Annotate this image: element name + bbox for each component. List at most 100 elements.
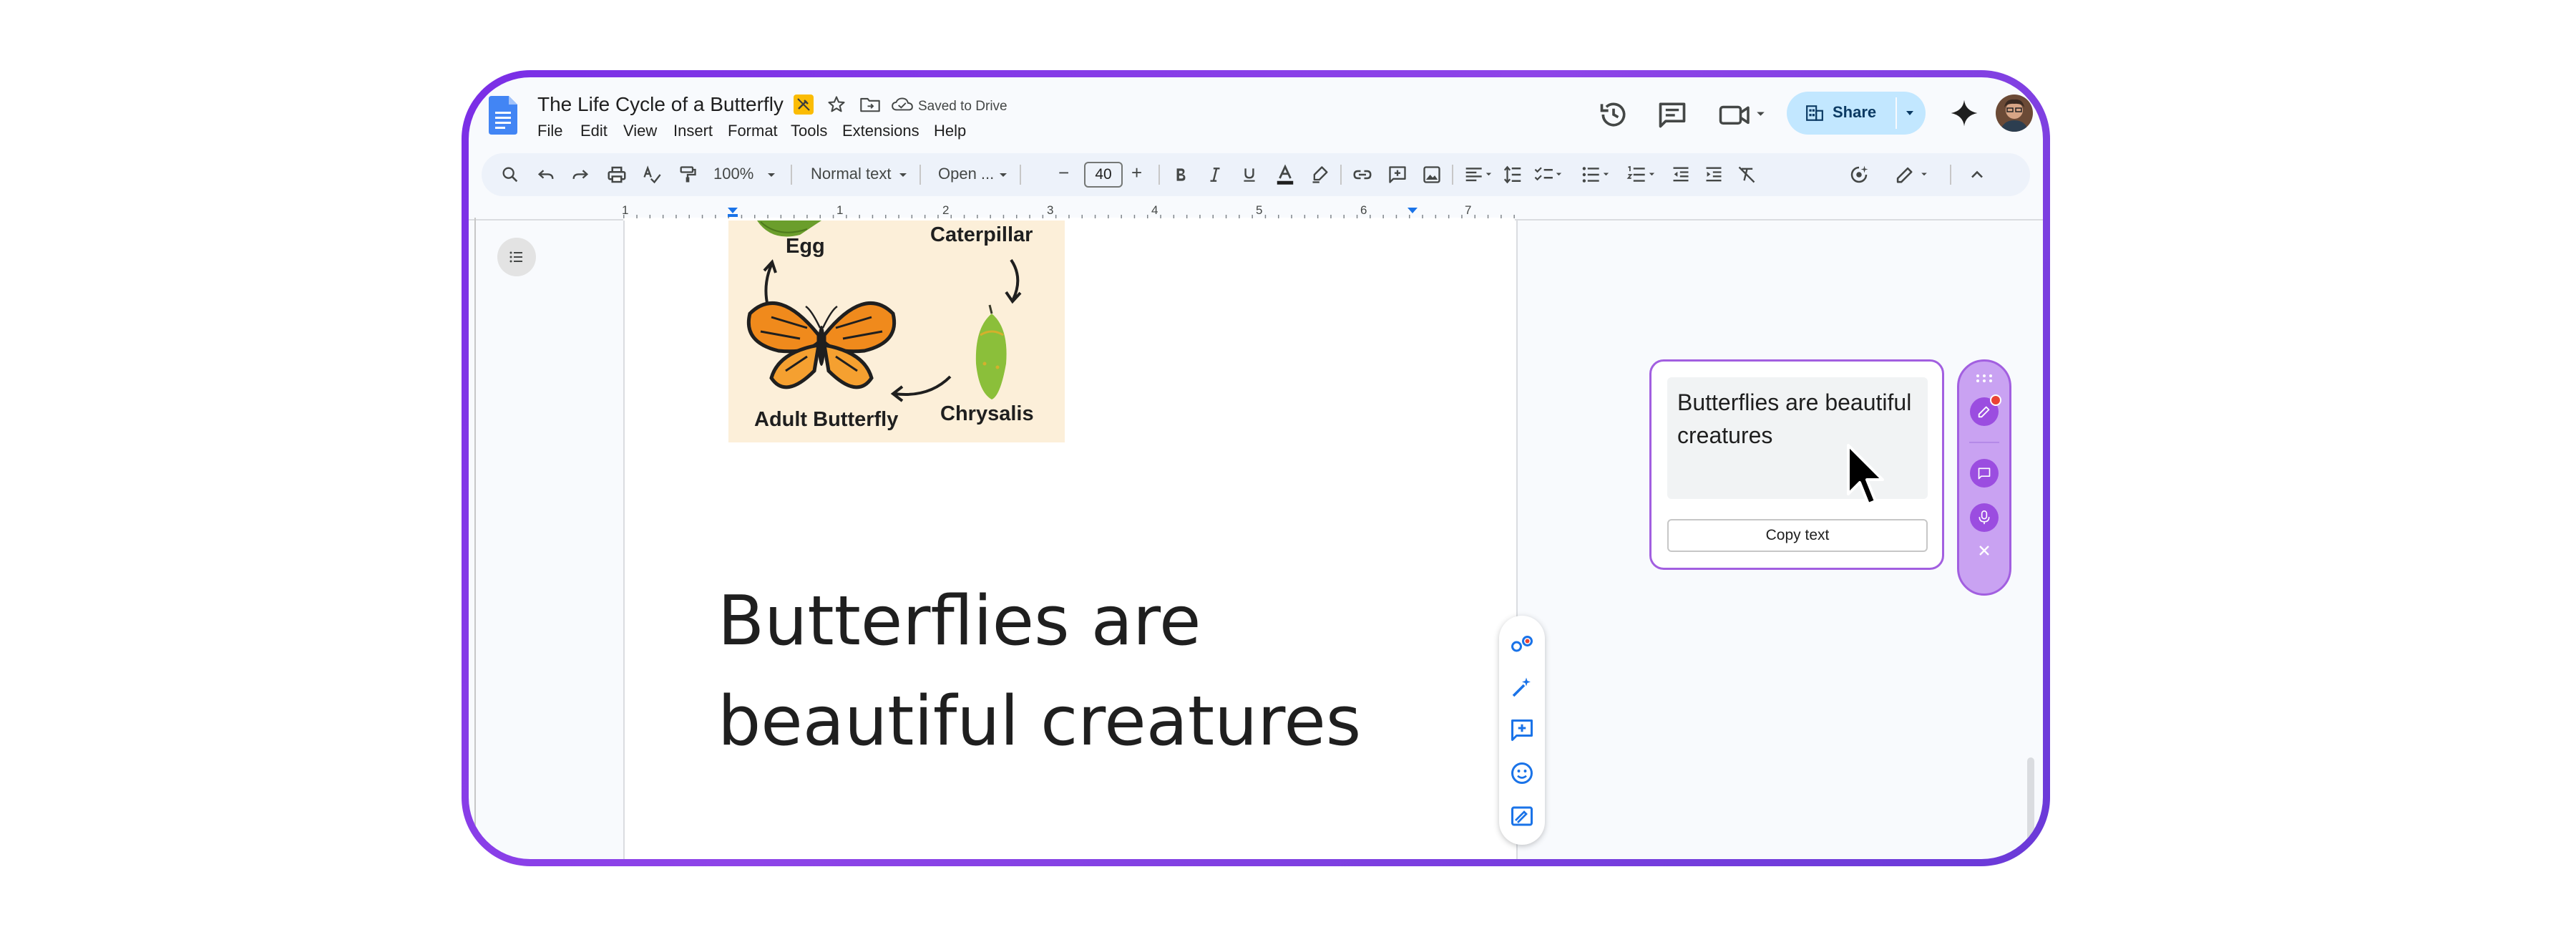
text-color-icon[interactable] bbox=[1274, 163, 1296, 186]
ruler-tick bbox=[1002, 215, 1005, 218]
cloud-saved-icon[interactable] bbox=[891, 94, 914, 115]
increase-indent-icon[interactable] bbox=[1704, 163, 1724, 186]
microphone-button[interactable] bbox=[1970, 503, 1999, 532]
toolbar-divider bbox=[791, 165, 792, 185]
menu-format[interactable]: Format bbox=[728, 122, 778, 140]
font-select[interactable]: Open ... bbox=[938, 165, 994, 183]
gemini-icon[interactable] bbox=[1950, 99, 1979, 127]
add-comment-icon[interactable] bbox=[1509, 717, 1535, 743]
ruler-tick bbox=[688, 215, 690, 218]
collapse-icon[interactable] bbox=[1967, 163, 1987, 186]
life-cycle-illustration[interactable]: Egg Caterpillar Adult Butterfly Chrysali… bbox=[728, 220, 1065, 442]
menu-edit[interactable]: Edit bbox=[580, 122, 608, 140]
label-egg: Egg bbox=[786, 235, 825, 258]
menu-view[interactable]: View bbox=[623, 122, 657, 140]
extension-badge-icon[interactable] bbox=[794, 94, 814, 115]
editing-mode-icon[interactable] bbox=[1894, 163, 1934, 186]
increase-font-size-button[interactable]: + bbox=[1131, 162, 1142, 184]
align-icon[interactable] bbox=[1463, 163, 1495, 186]
checklist-icon[interactable] bbox=[1533, 163, 1565, 186]
undo-icon[interactable] bbox=[536, 163, 556, 186]
ruler-tick bbox=[1094, 215, 1096, 218]
pen-tool-button[interactable] bbox=[1970, 394, 2001, 426]
ruler-tick bbox=[1474, 215, 1475, 218]
vertical-scrollbar[interactable] bbox=[2027, 757, 2034, 850]
ruler-tick bbox=[1382, 215, 1384, 218]
save-status[interactable]: Saved to Drive bbox=[918, 99, 1008, 115]
link-icon[interactable] bbox=[1352, 163, 1373, 186]
close-icon[interactable] bbox=[1977, 543, 1991, 558]
menu-extensions[interactable]: Extensions bbox=[842, 122, 919, 140]
comments-icon[interactable] bbox=[1657, 99, 1688, 130]
ruler-tick bbox=[1409, 215, 1410, 218]
redo-icon[interactable] bbox=[570, 163, 590, 186]
label-caterpillar: Caterpillar bbox=[930, 223, 1033, 246]
ruler-tick bbox=[793, 215, 795, 218]
copy-text-button[interactable]: Copy text bbox=[1667, 519, 1928, 552]
clear-formatting-icon[interactable] bbox=[1737, 163, 1757, 186]
move-folder-icon[interactable] bbox=[859, 94, 881, 115]
numbered-list-icon[interactable] bbox=[1626, 163, 1658, 186]
menu-help[interactable]: Help bbox=[934, 122, 966, 140]
ruler-tick bbox=[1317, 215, 1319, 218]
insert-image-icon[interactable] bbox=[1422, 163, 1442, 186]
emoji-icon[interactable] bbox=[1509, 760, 1535, 786]
document-outline-button[interactable] bbox=[497, 238, 536, 276]
ruler-tick bbox=[1370, 215, 1371, 218]
bold-icon[interactable] bbox=[1171, 163, 1190, 186]
mouse-cursor-icon bbox=[1847, 444, 1884, 505]
zoom-select[interactable]: 100% bbox=[713, 165, 753, 183]
ruler-tick bbox=[1068, 215, 1070, 218]
ruler-tick bbox=[715, 215, 716, 218]
ruler-tick bbox=[977, 215, 978, 218]
ruler-tick bbox=[1435, 215, 1437, 218]
menu-file[interactable]: File bbox=[537, 122, 562, 140]
share-button[interactable]: Share bbox=[1787, 92, 1926, 135]
chevron-down-icon[interactable] bbox=[897, 163, 909, 186]
chat-button[interactable] bbox=[1970, 459, 1999, 488]
search-icon[interactable] bbox=[500, 163, 520, 186]
document-title[interactable]: The Life Cycle of a Butterfly bbox=[537, 93, 784, 116]
extracted-text-field[interactable]: Butterflies are beautiful creatures bbox=[1667, 377, 1928, 499]
version-history-icon[interactable] bbox=[1598, 99, 1629, 130]
ruler-tick bbox=[1487, 215, 1489, 218]
font-size-input[interactable]: 40 bbox=[1084, 162, 1123, 188]
ruler-tick bbox=[741, 215, 743, 218]
floating-side-toolbar bbox=[1499, 616, 1545, 845]
star-icon[interactable] bbox=[826, 94, 847, 115]
ai-assist-icon[interactable] bbox=[1848, 163, 1870, 186]
document-heading[interactable]: Butterflies are beautiful creatures bbox=[718, 571, 1433, 772]
decrease-font-size-button[interactable]: − bbox=[1058, 162, 1069, 184]
underline-icon[interactable] bbox=[1240, 163, 1259, 186]
ruler-tick bbox=[1448, 215, 1450, 218]
paint-format-icon[interactable] bbox=[678, 163, 698, 186]
bulleted-list-icon[interactable] bbox=[1581, 163, 1612, 186]
drag-handle-icon[interactable] bbox=[1975, 373, 1994, 383]
heading-line: beautiful creatures bbox=[718, 682, 1362, 761]
ruler-tick bbox=[767, 215, 769, 218]
print-icon[interactable] bbox=[606, 163, 628, 186]
add-comment-icon[interactable] bbox=[1387, 163, 1407, 186]
document-page[interactable]: Egg Caterpillar Adult Butterfly Chrysali… bbox=[623, 220, 1518, 859]
avatar[interactable] bbox=[1996, 94, 2033, 132]
line-spacing-icon[interactable] bbox=[1502, 163, 1523, 186]
share-dropdown-icon[interactable] bbox=[1903, 109, 1917, 117]
ai-write-icon[interactable] bbox=[1509, 674, 1535, 700]
label-adult-butterfly: Adult Butterfly bbox=[754, 408, 899, 431]
ruler-number: 3 bbox=[1047, 203, 1054, 217]
decrease-indent-icon[interactable] bbox=[1671, 163, 1691, 186]
chevron-down-icon[interactable] bbox=[997, 163, 1010, 186]
ruler-tick bbox=[1016, 215, 1018, 218]
meet-icon[interactable] bbox=[1718, 99, 1768, 130]
highlight-icon[interactable] bbox=[1310, 163, 1330, 186]
style-select[interactable]: Normal text bbox=[811, 165, 891, 183]
suggest-edits-icon[interactable] bbox=[1509, 803, 1535, 829]
docs-logo-icon[interactable] bbox=[489, 96, 517, 135]
chevron-down-icon[interactable] bbox=[765, 163, 778, 186]
menu-tools[interactable]: Tools bbox=[791, 122, 827, 140]
smart-chips-icon[interactable] bbox=[1509, 631, 1535, 657]
italic-icon[interactable] bbox=[1206, 163, 1224, 186]
spellcheck-icon[interactable] bbox=[642, 163, 662, 186]
menu-insert[interactable]: Insert bbox=[673, 122, 713, 140]
ruler-tick bbox=[649, 215, 651, 218]
